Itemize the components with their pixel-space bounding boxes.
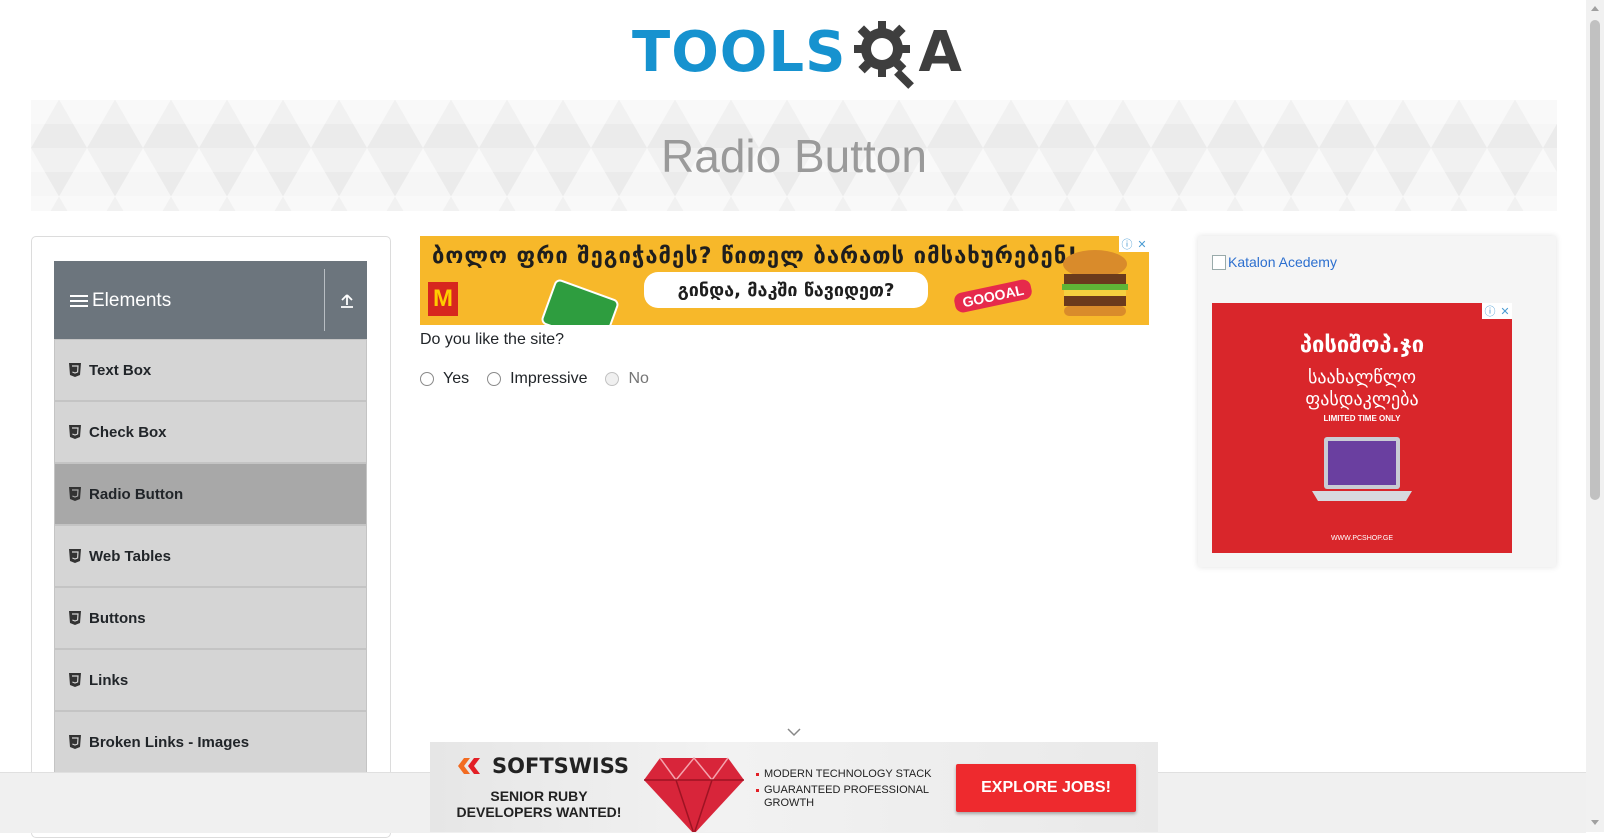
katalon-link-text[interactable]: Katalon Acedemy: [1228, 254, 1337, 270]
mcdonalds-logo-icon: M: [428, 282, 458, 316]
sidebar-item-links[interactable]: Links: [54, 649, 367, 711]
radio-label[interactable]: Impressive: [510, 370, 587, 388]
bullet-item: MODERN TECHNOLOGY STACK: [756, 768, 934, 781]
logo-text-tools: TOOLS: [632, 20, 847, 85]
radio-no: No: [605, 370, 649, 388]
group-title: Elements: [92, 289, 172, 311]
header-divider: [324, 269, 325, 331]
page-title: Radio Button: [661, 129, 927, 182]
sidebar-item-label: Broken Links - Images: [89, 733, 250, 751]
upload-arrow-icon: [340, 293, 353, 308]
radio-label[interactable]: Yes: [443, 370, 469, 388]
close-icon[interactable]: ✕: [1500, 305, 1509, 318]
sidebar-item-radio-button[interactable]: Radio Button: [54, 463, 367, 525]
sidebar-item-buttons[interactable]: Buttons: [54, 587, 367, 649]
radio-impressive[interactable]: Impressive: [487, 370, 587, 388]
html5-icon: [69, 425, 81, 439]
html5-icon: [69, 611, 81, 625]
scroll-up-arrow-icon[interactable]: [1591, 6, 1599, 11]
softswiss-advertisement[interactable]: SOFTSWISS SENIOR RUBY DEVELOPERS WANTED!…: [430, 742, 1158, 832]
sidebar-item-check-box[interactable]: Check Box: [54, 401, 367, 463]
logo-text-a: A: [918, 20, 962, 85]
ruby-gem-icon: [644, 756, 744, 832]
softswiss-logo: SOFTSWISS: [456, 754, 629, 778]
tagline-line1: SENIOR RUBY: [490, 788, 588, 804]
radio-circle: [605, 372, 620, 386]
left-menu-panel: Elements Text Box Check Box Radio Button…: [31, 236, 391, 838]
sidebar-item-label: Check Box: [89, 423, 167, 441]
adchoices-icon[interactable]: ⓘ: [1121, 236, 1132, 252]
page-header-banner: Radio Button: [31, 100, 1557, 211]
explore-jobs-button[interactable]: EXPLORE JOBS!: [956, 764, 1136, 812]
html5-icon: [69, 363, 81, 377]
sidebar-item-label: Radio Button: [89, 485, 184, 503]
ad-sale-line2: ფასდაკლება: [1305, 389, 1419, 410]
bullet-item: GUARANTEED PROFESSIONAL GROWTH: [756, 784, 934, 810]
radio-circle[interactable]: [487, 372, 502, 386]
radio-group: Yes Impressive No: [420, 367, 667, 391]
magnifier-gear-icon: [854, 21, 915, 89]
chevron-down-icon[interactable]: [786, 727, 802, 737]
top-advertisement[interactable]: ბოლო ფრი შეგიჭამეს? წითელ ბარათს იმსახურ…: [420, 236, 1149, 325]
radio-yes[interactable]: Yes: [420, 370, 469, 388]
ad-limited-text: LIMITED TIME ONLY: [1323, 414, 1401, 423]
html5-icon: [69, 673, 81, 687]
ad-speech-bubble: გინდა, მაკში წავიდეთ?: [644, 272, 928, 308]
collapse-button[interactable]: [326, 261, 367, 340]
laptop-icon: [1312, 437, 1412, 501]
burger-icon: [1062, 250, 1128, 316]
sidebar-item-label: Links: [89, 671, 129, 689]
html5-icon: [69, 549, 81, 563]
sidebar-item-label: Buttons: [89, 609, 146, 627]
elements-group-header[interactable]: Elements: [54, 261, 367, 340]
radio-label: No: [628, 370, 649, 387]
sidebar-item-label: Text Box: [89, 361, 152, 379]
close-icon[interactable]: ✕: [1137, 238, 1146, 251]
ad-headline: ბოლო ფრი შეგიჭამეს? წითელ ბარათს იმსახურ…: [432, 244, 1079, 269]
sidebar-item-broken-links[interactable]: Broken Links - Images: [54, 711, 367, 773]
softswiss-brand: SOFTSWISS: [492, 754, 630, 778]
ad-choices-close[interactable]: ⓘ ✕: [1482, 303, 1512, 319]
football-field-icon: [539, 277, 621, 325]
ad-bullets: MODERN TECHNOLOGY STACK GUARANTEED PROFE…: [756, 768, 934, 813]
radio-circle[interactable]: [420, 372, 434, 386]
ad-url: WWW.PCSHOP.GE: [1330, 535, 1394, 542]
ad-choices-close[interactable]: ⓘ ✕: [1119, 236, 1149, 252]
html5-icon: [69, 735, 81, 749]
ad-tagline: SENIOR RUBY DEVELOPERS WANTED!: [444, 788, 634, 820]
html5-icon: [69, 487, 81, 501]
goal-badge: GOOOAL: [952, 278, 1034, 314]
sidebar-item-web-tables[interactable]: Web Tables: [54, 525, 367, 587]
ad-brand: პისიშოპ.ჯი: [1299, 333, 1425, 358]
pcshop-advertisement[interactable]: პისიშოპ.ჯი საახალწლო ფასდაკლება LIMITED …: [1212, 303, 1512, 553]
adchoices-icon[interactable]: ⓘ: [1484, 303, 1495, 319]
sidebar-item-label: Web Tables: [89, 547, 171, 565]
question-label: Do you like the site?: [420, 331, 565, 348]
vertical-scrollbar[interactable]: [1586, 0, 1604, 832]
scrollbar-thumb[interactable]: [1590, 20, 1600, 500]
hamburger-icon: [70, 292, 88, 310]
katalon-academy-link[interactable]: Katalon Acedemy: [1212, 254, 1337, 270]
softswiss-mark-icon: [458, 758, 480, 774]
ad-sale-line1: საახალწლო: [1307, 367, 1417, 388]
tagline-line2: DEVELOPERS WANTED!: [456, 804, 622, 820]
toolsqa-logo[interactable]: TOOLS A: [632, 14, 964, 92]
right-ad-box: Katalon Acedemy პისიშოპ.ჯი საახალწლო ფას…: [1198, 236, 1556, 567]
scroll-down-arrow-icon[interactable]: [1591, 820, 1599, 825]
sidebar-item-text-box[interactable]: Text Box: [54, 339, 367, 401]
broken-image-icon: [1212, 254, 1226, 270]
